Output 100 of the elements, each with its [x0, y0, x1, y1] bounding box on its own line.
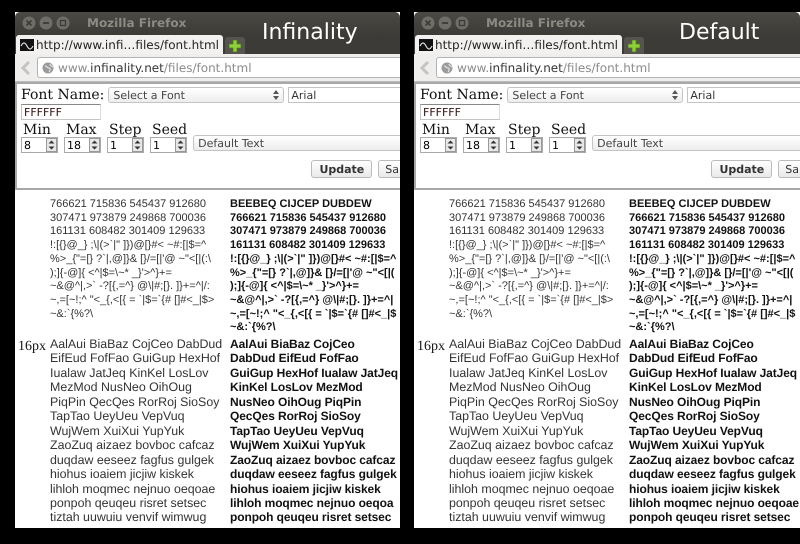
plus-icon [628, 40, 640, 52]
color-field[interactable]: FFFFFF [420, 104, 500, 120]
minimize-button[interactable] [39, 16, 53, 30]
number-field[interactable]: 1 [150, 137, 187, 153]
sample-text-line: DabDud EifEud FofFao [629, 351, 759, 366]
font-dropdown[interactable]: Select a Font [108, 87, 284, 103]
back-button[interactable] [21, 60, 31, 74]
sample-text-line: );]{-@]{ <^|$=\~* _}'>^}+= [449, 266, 572, 280]
close-button[interactable] [421, 16, 435, 30]
plus-icon [229, 40, 242, 52]
sample-text-line: WujWem XuiXui YupYuk [230, 438, 366, 453]
form-button[interactable]: Sa [378, 160, 400, 178]
field-label: Min [22, 123, 52, 137]
sample-text-line: ~&:`{%?\ [230, 321, 277, 336]
sample-text-line: TapTao UeyUeu VepVuq [629, 424, 764, 438]
number-field[interactable]: 1 [506, 137, 543, 153]
sample-text-line: lihloh moqmec nejnuo oeqoae [449, 482, 616, 496]
sample-text-line: tiztah uuwuiu venvif wimwug [50, 510, 208, 525]
field-label: Seed [151, 123, 188, 137]
sample-text-line: ~&:`{%?\ [50, 308, 94, 322]
sample-text-line: ~,=[~!;^ "<_{,<[{ = `|$=`{# []#<_|$ [629, 308, 796, 322]
sample-text-line: hiohus ioaiem jicjiw kiskek [50, 467, 195, 482]
sample-text-line: ZaoZuq aizaez bovboc cafcaz [449, 438, 615, 453]
browser-tab[interactable]: http://www.infi…files/font.html [415, 35, 622, 54]
font-dropdown[interactable]: Select a Font [507, 87, 684, 103]
number-field[interactable]: 8 [21, 137, 58, 153]
sample-text-line: BEEBEQ CIJCEP DUBDEW [629, 198, 772, 212]
sample-text-line: ~,=[~!;^ "<_{,<[{ = `|$=`{# []#<_|$> [449, 294, 614, 308]
sample-text-line: KinKel LosLov MezMod [230, 380, 364, 395]
color-field[interactable]: FFFFFF [21, 104, 101, 120]
sample-text-line: ~&@^|,>` -?[{,=^} @\|#;[}. ]}+=^|/: [50, 280, 211, 294]
browser-tab[interactable]: http://www.infi…files/font.html [16, 35, 224, 54]
sample-text-line: ~&@^|,>` -?[{,=^} @\|#;[}. ]}+=^| [230, 294, 394, 308]
sample-text-line: QecQes RorRoj SioSoy [230, 409, 362, 424]
new-tab-button[interactable] [225, 37, 246, 54]
sample-text-line: hiohus ioaiem jicjiw kiskek [230, 482, 382, 496]
sample-text-line: ~,=[~!;^ "<_{,<[{ = `|$=`{# []#<_|$ [230, 308, 396, 322]
text-dropdown[interactable]: Default Text [592, 135, 800, 151]
sample-text-line: 766621 715836 545437 912680 [449, 198, 606, 212]
sample-text-line: !:[{}@_} ;\|(>`|" ]})@[}#< ~#:[|$=^ [230, 252, 396, 267]
sample-text-line: );]{-@]{ <^|$=\~* _}'>^}+= [230, 280, 360, 294]
maximize-button[interactable] [56, 16, 70, 30]
sample-text-line: WujWem XuiXui YupYuk [50, 424, 186, 438]
address-bar[interactable]: www.infinality.net/files/font.html [436, 57, 800, 78]
spinner-icon [89, 138, 100, 152]
sample-text-line: );]{-@]{ <^|$=\~* _}'>^}+= [50, 266, 173, 280]
tab-title: http://www.infi…files/font.html [36, 38, 220, 52]
number-field[interactable]: 18 [64, 137, 101, 153]
sample-text-line: %>_{"=[} ?`|,@]}& [}/=[|'@ ~"<[|( [230, 266, 396, 280]
sample-text-line: ZaoZuq aizaez bovboc cafcaz [230, 452, 396, 468]
sample-text-line: 307471 973879 249868 700036 [50, 212, 207, 226]
number-field[interactable]: 8 [420, 137, 457, 153]
sample-text-line: 161131 608482 301409 129633 [629, 239, 786, 253]
form-button[interactable]: Update [311, 160, 372, 178]
sample-text-line: AalAui BiaBaz CojCeo DabDud [449, 337, 622, 352]
field-label: Seed [550, 123, 586, 137]
sample-text-line: WujWem XuiXui YupYuk [449, 424, 584, 438]
url-text: www.infinality.net/files/font.html [457, 60, 651, 74]
spinner-icon [531, 138, 542, 152]
updown-icon [672, 90, 678, 100]
sample-text-line: PiqPin QecQes RorRoj SioSoy [50, 394, 220, 410]
sample-text-line: ~&@^|,>` -?[{,=^} @\|#;[}. ]}+=^|/: [449, 280, 610, 294]
field-label: Font Name: [21, 87, 104, 103]
panel-caption: Default [679, 20, 760, 45]
spinner-icon [132, 138, 143, 152]
sample-text-line: EifEud FofFao GuiGup HexHof [50, 351, 222, 366]
field-label: Max [65, 123, 98, 137]
sample-text-line: TapTao UeyUeu VepVuq [50, 409, 186, 424]
maximize-button[interactable] [455, 16, 469, 30]
sample-text-line: hiohus ioaiem jicjiw kiskek [449, 467, 594, 482]
minimize-button[interactable] [438, 16, 452, 30]
spinner-icon [445, 138, 456, 152]
wave-icon [419, 38, 433, 50]
number-field[interactable]: 1 [107, 137, 144, 153]
field-label: Font Name: [420, 87, 504, 103]
font-name-field[interactable]: Arial [288, 87, 400, 103]
spinner-icon [175, 138, 186, 152]
tab-title: http://www.infi…files/font.html [435, 38, 618, 52]
font-name-field[interactable]: Arial [687, 87, 800, 103]
new-tab-button[interactable] [624, 37, 644, 54]
sample-text-line: PiqPin QecQes RorRoj SioSoy [449, 394, 620, 410]
sample-text-line: !:[{}@_} ;\|(>`|" ]})@[}#< ~#:[|$=^ [449, 239, 606, 253]
close-button[interactable] [22, 16, 36, 30]
form-button[interactable]: Update [711, 160, 772, 178]
text-dropdown[interactable]: Default Text [193, 135, 400, 151]
size-label: 16px [417, 339, 445, 354]
sample-text-line: ponpoh qeuqeu risret setsec [230, 510, 392, 525]
sample-text-line: AalAui BiaBaz CojCeo DabDud [50, 337, 224, 352]
sample-text-line: MezMod NusNeo OihOug [449, 380, 592, 395]
sample-text-line: EifEud FofFao GuiGup HexHof [449, 351, 620, 366]
field-label: Step [507, 123, 542, 137]
sample-text-line: lihloh moqmec nejnuo oeqoa [230, 496, 395, 510]
sample-text-line: !:[{}@_} ;\|(>`|" ]})@[}#< ~#:[|$=^ [629, 252, 796, 267]
form-button[interactable]: Sa [778, 160, 800, 178]
number-field[interactable]: 1 [549, 137, 586, 153]
back-button[interactable] [420, 60, 430, 74]
number-field[interactable]: 18 [463, 137, 500, 153]
sample-text-line: ~&:`{%?\ [449, 308, 494, 322]
sample-text-line: 307471 973879 249868 700036 [449, 212, 606, 226]
address-bar[interactable]: www.infinality.net/files/font.html [37, 57, 400, 78]
